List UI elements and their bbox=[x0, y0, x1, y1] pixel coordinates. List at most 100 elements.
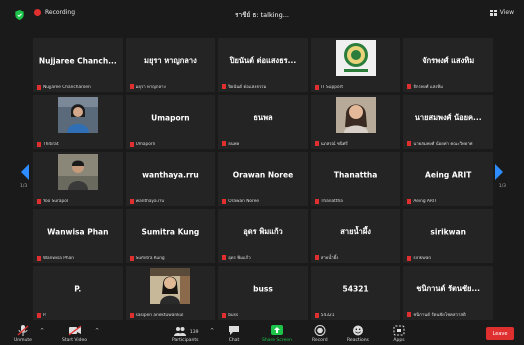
leave-button[interactable]: Leave bbox=[486, 327, 514, 340]
participant-tile[interactable]: Thanattha Thanattha bbox=[310, 152, 401, 206]
mic-muted-icon bbox=[314, 85, 319, 90]
participant-tile[interactable]: Aeing ARIT Aeing ARIT bbox=[403, 152, 493, 206]
meeting-toolbar: Unmute ^ Start Video ^ 139 Participants … bbox=[0, 321, 524, 345]
chat-label: Chat bbox=[228, 338, 240, 343]
chat-button[interactable]: Chat bbox=[228, 325, 240, 343]
participants-label: Participants bbox=[172, 338, 199, 343]
audio-options-chevron-icon[interactable]: ^ bbox=[40, 328, 44, 334]
participant-name: Umaporn bbox=[151, 113, 190, 123]
participant-name: Thanattha bbox=[333, 170, 378, 180]
participant-tile[interactable]: Sumitra Kung Sumitra Kung bbox=[125, 209, 216, 263]
mic-muted-icon bbox=[129, 199, 134, 204]
participant-tile[interactable]: sirikwan sirikwan bbox=[403, 209, 493, 263]
participant-label: sirikwan bbox=[413, 256, 432, 261]
reactions-emoji-icon bbox=[352, 325, 363, 336]
participant-label: ธนพล bbox=[228, 142, 240, 147]
participant-tile[interactable]: นายสมพงศ์ น้อยค... นายสมพงศ์ น้อยค่า คณะ… bbox=[403, 95, 493, 149]
participant-label: Nujjaree Chancharoen bbox=[43, 85, 91, 90]
participant-tile[interactable]: สายน้ำผึ้ง สายน้ำผึ้ง bbox=[310, 209, 401, 263]
unmute-button[interactable]: Unmute bbox=[14, 325, 32, 343]
participant-footer: Wanwisa Phan bbox=[37, 256, 121, 261]
participant-label: สายน้ำผึ้ง bbox=[320, 256, 339, 261]
participant-tile[interactable]: buss buss bbox=[218, 266, 308, 320]
active-speaker-label: ราชีย์ ธ: talking... bbox=[234, 11, 289, 19]
participant-name: มยุรา หาญกลาง bbox=[144, 55, 197, 65]
start-video-button[interactable]: Start Video bbox=[62, 325, 87, 343]
participant-tile[interactable]: ธนพล ธนพล bbox=[218, 95, 308, 149]
participant-tile[interactable]: ชนิกานต์ รัตนชัย... ชนิกานต์ รัตนชัยโชคส… bbox=[403, 266, 493, 320]
participant-tile[interactable]: Umaporn Umaporn bbox=[125, 95, 216, 149]
participant-video-feed bbox=[57, 154, 98, 190]
participant-name: Nujjaree Chanch... bbox=[38, 56, 117, 66]
participant-footer: ธนพล bbox=[222, 140, 306, 147]
participant-label: wanthaya.rru bbox=[135, 199, 165, 204]
mic-muted-icon bbox=[37, 199, 41, 204]
share-screen-button[interactable]: Share Screen bbox=[262, 325, 292, 343]
participant-tile[interactable]: นภสรณ์ ชนิศรี bbox=[310, 95, 401, 149]
participant-tile[interactable]: P. P. bbox=[33, 266, 123, 320]
participant-label: มยุรา หาญกลาง bbox=[135, 85, 166, 90]
start-video-label: Start Video bbox=[62, 338, 88, 343]
mic-muted-icon bbox=[37, 85, 41, 90]
participant-label: จักรพงศ์ แสงทิม bbox=[413, 85, 443, 90]
participant-label: 54321 bbox=[320, 313, 335, 318]
participant-label: IT Support bbox=[320, 85, 344, 90]
mic-muted-icon bbox=[222, 313, 227, 318]
participant-tile[interactable]: จักรพงศ์ แสงทิม จักรพงศ์ แสงทิม bbox=[403, 38, 493, 92]
participant-name: จักรพงศ์ แสงทิม bbox=[422, 55, 475, 65]
view-label: View bbox=[499, 9, 514, 16]
meeting-top-bar: Recording ราชีย์ ธ: talking... View bbox=[0, 0, 524, 30]
participant-tile[interactable]: Orawan Noree Orawan Noree bbox=[218, 152, 308, 206]
participant-footer: ปิยนันต์ ต่อแสงธรรม bbox=[222, 83, 306, 90]
record-label: Record bbox=[312, 338, 328, 343]
page-indicator-right: 1/3 bbox=[498, 184, 506, 189]
participants-button[interactable]: 139 Participants bbox=[172, 326, 198, 343]
participant-label: Aeing ARIT bbox=[413, 199, 437, 204]
participant-name: 54321 bbox=[342, 284, 369, 294]
participant-name: sirikwan bbox=[430, 227, 466, 237]
video-options-chevron-icon[interactable]: ^ bbox=[95, 328, 99, 334]
participant-tile[interactable]: sasipen anektuwankul bbox=[125, 266, 216, 320]
record-button[interactable]: Record bbox=[312, 325, 328, 343]
participant-tile[interactable]: มยุรา หาญกลาง มยุรา หาญกลาง bbox=[125, 38, 216, 92]
participant-tile[interactable]: Nujjaree Chanch... Nujjaree Chancharoen bbox=[33, 38, 123, 92]
share-screen-icon bbox=[270, 325, 283, 335]
view-button[interactable]: View bbox=[489, 9, 514, 16]
participant-tile[interactable]: อุดร พิมแก้ว อุดร พิมแก้ว bbox=[218, 209, 308, 263]
participant-label: Yoo Surapol bbox=[43, 199, 69, 204]
participant-tile[interactable]: Thitirat bbox=[33, 95, 123, 149]
apps-button[interactable]: Apps bbox=[393, 325, 405, 343]
microphone-muted-icon bbox=[17, 325, 29, 336]
participant-label: buss bbox=[228, 313, 239, 318]
reactions-button[interactable]: Reactions bbox=[347, 325, 369, 343]
organization-logo-icon bbox=[335, 40, 376, 76]
participant-footer: sasipen anektuwankul bbox=[129, 313, 214, 318]
mic-muted-icon bbox=[314, 141, 319, 146]
mic-muted-icon bbox=[314, 313, 319, 318]
participant-footer: Orawan Noree bbox=[222, 199, 306, 204]
participant-footer: Thanattha bbox=[314, 199, 399, 204]
participant-footer: สายน้ำผึ้ง bbox=[314, 254, 399, 261]
participant-name: ธนพล bbox=[253, 112, 273, 122]
participant-tile[interactable]: wanthaya.rru wanthaya.rru bbox=[125, 152, 216, 206]
participant-footer: wanthaya.rru bbox=[129, 199, 214, 204]
participant-name: อุดร พิมแก้ว bbox=[243, 226, 283, 236]
next-page-arrow-icon[interactable] bbox=[495, 164, 503, 180]
participant-label: Thitirat bbox=[43, 142, 59, 147]
participant-tile[interactable]: 54321 54321 bbox=[310, 266, 401, 320]
participant-label: P. bbox=[43, 313, 47, 318]
mic-muted-icon bbox=[129, 142, 134, 147]
mic-muted-icon bbox=[407, 256, 412, 261]
participants-options-chevron-icon[interactable]: ^ bbox=[210, 328, 214, 334]
participant-video-feed bbox=[150, 268, 191, 304]
apps-label: Apps bbox=[393, 338, 405, 343]
participant-tile[interactable]: ปิยนันต์ ต่อแสงธร... ปิยนันต์ ต่อแสงธรรม bbox=[218, 38, 308, 92]
participant-name: Wanwisa Phan bbox=[47, 227, 109, 237]
participant-name: ชนิกานต์ รัตนชัย... bbox=[416, 283, 480, 293]
mic-muted-icon bbox=[129, 256, 134, 261]
previous-page-arrow-icon[interactable] bbox=[21, 164, 29, 180]
participant-label: Wanwisa Phan bbox=[43, 256, 74, 261]
participant-tile[interactable]: Wanwisa Phan Wanwisa Phan bbox=[33, 209, 123, 263]
participant-tile[interactable]: IT Support bbox=[310, 38, 401, 92]
participant-tile[interactable]: Yoo Surapol bbox=[33, 152, 123, 206]
